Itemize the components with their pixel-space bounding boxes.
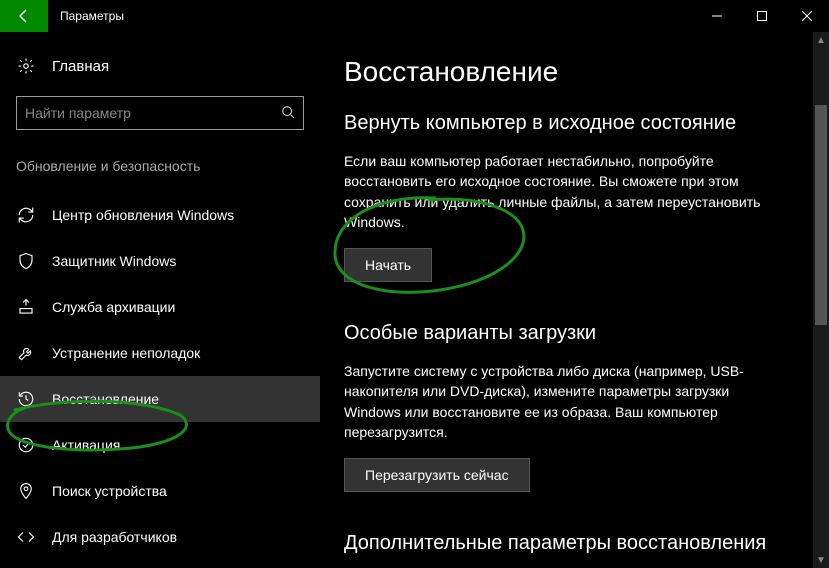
code-icon	[16, 527, 36, 547]
main-panel: Восстановление Вернуть компьютер в исход…	[320, 32, 829, 568]
scroll-thumb[interactable]	[815, 105, 827, 325]
titlebar: Параметры	[0, 0, 829, 32]
sidebar-item-troubleshoot[interactable]: Устранение неполадок	[0, 330, 320, 376]
gear-icon	[16, 56, 36, 76]
section-desc: Запустите систему с устройства либо диск…	[344, 361, 784, 442]
maximize-button[interactable]	[739, 0, 784, 32]
category-header: Обновление и безопасность	[16, 158, 320, 174]
history-icon	[16, 389, 36, 409]
home-label: Главная	[52, 58, 109, 75]
sidebar-item-find-device[interactable]: Поиск устройства	[0, 468, 320, 514]
check-circle-icon	[16, 435, 36, 455]
section-desc: Если ваш компьютер работает нестабильно,…	[344, 151, 784, 232]
page-title: Восстановление	[344, 56, 789, 88]
sidebar-item-label: Активация	[52, 437, 120, 453]
section-title: Вернуть компьютер в исходное состояние	[344, 112, 789, 135]
sidebar-item-label: Восстановление	[52, 391, 159, 407]
sidebar-item-windows-update[interactable]: Центр обновления Windows	[0, 192, 320, 238]
sidebar-item-label: Служба архивации	[52, 299, 175, 315]
sidebar-item-label: Поиск устройства	[52, 483, 167, 499]
section-more-recovery: Дополнительные параметры восстановления	[344, 532, 789, 555]
section-title: Дополнительные параметры восстановления	[344, 532, 789, 555]
search-box[interactable]	[16, 96, 304, 130]
sidebar-item-activation[interactable]: Активация	[0, 422, 320, 468]
window-title: Параметры	[48, 9, 124, 23]
sidebar-item-label: Защитник Windows	[52, 253, 176, 269]
section-reset-pc: Вернуть компьютер в исходное состояние Е…	[344, 112, 789, 282]
sidebar-item-label: Центр обновления Windows	[52, 207, 234, 223]
sidebar-item-label: Устранение неполадок	[52, 345, 200, 361]
close-button[interactable]	[784, 0, 829, 32]
back-button[interactable]	[0, 0, 48, 32]
backup-icon	[16, 297, 36, 317]
sidebar-item-defender[interactable]: Защитник Windows	[0, 238, 320, 284]
restart-now-button[interactable]: Перезагрузить сейчас	[344, 458, 530, 492]
search-input[interactable]	[25, 105, 281, 121]
shield-icon	[16, 251, 36, 271]
start-reset-button[interactable]: Начать	[344, 248, 432, 282]
scroll-down-icon[interactable]: ▼	[813, 552, 829, 568]
minimize-button[interactable]	[694, 0, 739, 32]
search-icon	[281, 105, 295, 122]
sidebar: Главная Обновление и безопасность Центр …	[0, 32, 320, 568]
sync-icon	[16, 205, 36, 225]
sidebar-item-developers[interactable]: Для разработчиков	[0, 514, 320, 560]
sidebar-item-label: Для разработчиков	[52, 529, 177, 545]
scroll-up-icon[interactable]: ▲	[813, 32, 829, 48]
home-button[interactable]: Главная	[16, 48, 320, 96]
section-advanced-startup: Особые варианты загрузки Запустите систе…	[344, 322, 789, 492]
wrench-icon	[16, 343, 36, 363]
section-title: Особые варианты загрузки	[344, 322, 789, 345]
scrollbar[interactable]: ▲ ▼	[813, 32, 829, 568]
location-icon	[16, 481, 36, 501]
sidebar-item-backup[interactable]: Служба архивации	[0, 284, 320, 330]
sidebar-item-recovery[interactable]: Восстановление	[0, 376, 320, 422]
